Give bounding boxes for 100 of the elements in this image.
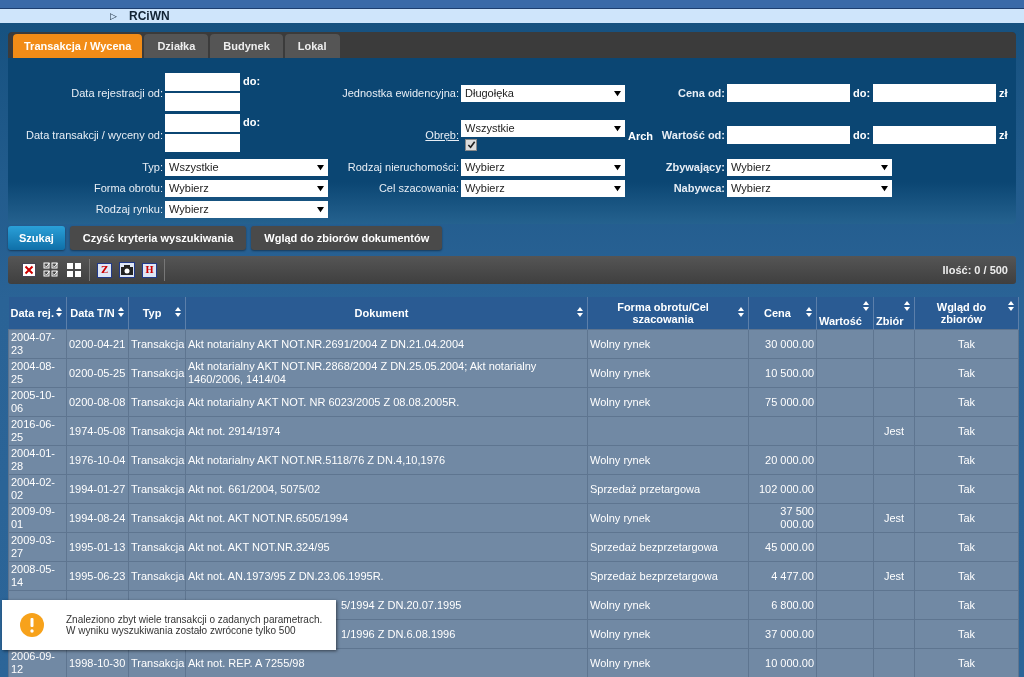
table-cell: 2004-01-28: [11, 447, 56, 472]
sort-icon[interactable]: [863, 301, 869, 311]
table-cell: 1995-06-23: [69, 569, 126, 582]
sort-icon[interactable]: [56, 307, 62, 317]
table-cell: 2006-09-12: [11, 650, 56, 675]
toolbar-button[interactable]: Z: [97, 262, 112, 278]
table-cell: Tak: [957, 337, 976, 350]
table-cell: Transakcja: [131, 337, 185, 350]
field-label: Data transakcji / wyceny od:: [25, 128, 164, 142]
table-cell: Tak: [957, 511, 976, 524]
tab[interactable]: Działka: [144, 34, 209, 58]
table-cell: Akt notarialny AKT NOT.NR.2868/2004 Z DN.25.05.2004; Akt notarialny 1460/2006, 1414/04: [188, 360, 537, 385]
dropdown[interactable]: Wybierz: [727, 158, 892, 176]
table-cell: Wolny rynek: [590, 656, 651, 669]
table-cell: 2009-03-27: [11, 534, 56, 559]
date-field[interactable]: [165, 134, 240, 152]
date-field[interactable]: [165, 93, 240, 111]
dropdown[interactable]: Wybierz: [165, 179, 328, 197]
table-cell: Tak: [957, 569, 976, 582]
table-cell: 45 000.00: [765, 540, 814, 553]
toolbar-button[interactable]: H: [142, 262, 157, 278]
camera-icon[interactable]: [119, 262, 135, 278]
field-label: Cel szacowania:: [377, 181, 460, 195]
dropdown-arrow-icon: [881, 184, 888, 192]
dropdown-arrow-icon: [614, 163, 621, 171]
table-cell: Tak: [957, 366, 976, 379]
field-label: Zbywający:: [664, 160, 726, 174]
table-cell: 1995-01-13: [69, 540, 126, 553]
table-cell: 2009-09-01: [11, 505, 56, 530]
search-button[interactable]: Szukaj: [8, 226, 65, 250]
table-cell: 2008-05-14: [11, 563, 56, 588]
unit-label: zł: [998, 87, 1009, 99]
dropdown[interactable]: Wszystkie: [165, 158, 328, 176]
sort-icon[interactable]: [1008, 301, 1014, 311]
grid-icon[interactable]: [66, 262, 82, 278]
dropdown[interactable]: Wszystkie: [461, 119, 625, 137]
field-label: do:: [242, 115, 262, 128]
sort-icon[interactable]: [806, 307, 812, 317]
table-cell: Sprzedaż bezprzetargowa: [590, 569, 718, 582]
checkbox[interactable]: [465, 138, 477, 151]
table-cell: Jest: [883, 569, 905, 582]
table-cell: Wolny rynek: [590, 366, 651, 379]
dropdown[interactable]: Długołęka: [461, 84, 625, 102]
sort-icon[interactable]: [738, 307, 744, 317]
dropdown-arrow-icon: [614, 89, 621, 97]
table-cell: Transakcja: [131, 511, 185, 524]
table-cell: Akt notarialny AKT NOT. NR 6023/2005 Z 08.08.2005R.: [188, 395, 460, 408]
sort-icon[interactable]: [577, 307, 583, 317]
table-cell: Transakcja: [131, 453, 185, 466]
field-label: do:: [852, 129, 872, 141]
table-cell: 10 000.00: [765, 656, 814, 669]
dropdown[interactable]: Wybierz: [461, 179, 625, 197]
unit-label: zł: [998, 129, 1009, 141]
sort-icon[interactable]: [904, 301, 910, 311]
table-cell: 1974-05-08: [69, 424, 126, 437]
field-label: Cena od:: [676, 86, 726, 100]
warning-icon: [20, 613, 44, 637]
result-count: Ilość: 0 / 500: [942, 264, 1008, 276]
field-label: do:: [852, 87, 872, 99]
date-field[interactable]: [165, 114, 240, 132]
dropdown[interactable]: Wybierz: [165, 200, 328, 218]
select-all-icon[interactable]: [43, 262, 59, 278]
table-cell: Tak: [957, 453, 976, 466]
table-cell: 20 000.00: [765, 453, 814, 466]
table-cell: Wolny rynek: [590, 511, 651, 524]
field-label: Rodzaj nieruchomości:: [346, 160, 460, 174]
table-cell: Akt notarialny AKT NOT.NR.2691/2004 Z DN.21.04.2004: [188, 337, 465, 350]
action-button[interactable]: Wgląd do zbiorów dokumentów: [251, 226, 443, 250]
tab[interactable]: Budynek: [210, 34, 283, 58]
field-label-link[interactable]: Obręb:: [341, 128, 461, 142]
sort-icon[interactable]: [175, 307, 181, 317]
dropdown[interactable]: Wybierz: [727, 179, 892, 197]
table-cell: 37 500 000.00: [780, 505, 814, 530]
table-cell: Akt not. 661/2004, 5075/02: [188, 482, 321, 495]
tab[interactable]: Lokal: [284, 34, 340, 58]
table-cell: Wolny rynek: [590, 453, 651, 466]
table-cell: Tak: [957, 482, 976, 495]
sort-icon[interactable]: [118, 307, 124, 317]
table-cell: Transakcja: [131, 366, 185, 379]
field-label: Jednostka ewidencyjna:: [341, 86, 460, 100]
amount-field[interactable]: [727, 126, 850, 144]
action-button[interactable]: Czyść kryteria wyszukiwania: [69, 226, 247, 250]
table-cell: Tak: [957, 540, 976, 553]
table-cell: Wolny rynek: [590, 395, 651, 408]
amount-field[interactable]: [873, 84, 997, 102]
table-cell: 0200-08-08: [69, 395, 126, 408]
date-field[interactable]: [165, 73, 240, 91]
table-cell: 2005-10-06: [11, 389, 56, 414]
table-cell: 102 000.00: [758, 482, 814, 495]
page-title: RCiWN: [129, 9, 170, 23]
table-cell: 2004-02-02: [11, 476, 56, 501]
dropdown-arrow-icon: [881, 163, 888, 171]
amount-field[interactable]: [727, 84, 850, 102]
dropdown[interactable]: Wybierz: [461, 158, 625, 176]
table-cell: Transakcja: [131, 540, 185, 553]
expand-arrow[interactable]: ▷: [110, 11, 117, 21]
dropdown-arrow-icon: [614, 124, 621, 132]
amount-field[interactable]: [873, 126, 997, 144]
clear-icon[interactable]: [22, 263, 36, 277]
table-cell: 1/1996 Z DN.6.08.1996: [341, 627, 456, 640]
